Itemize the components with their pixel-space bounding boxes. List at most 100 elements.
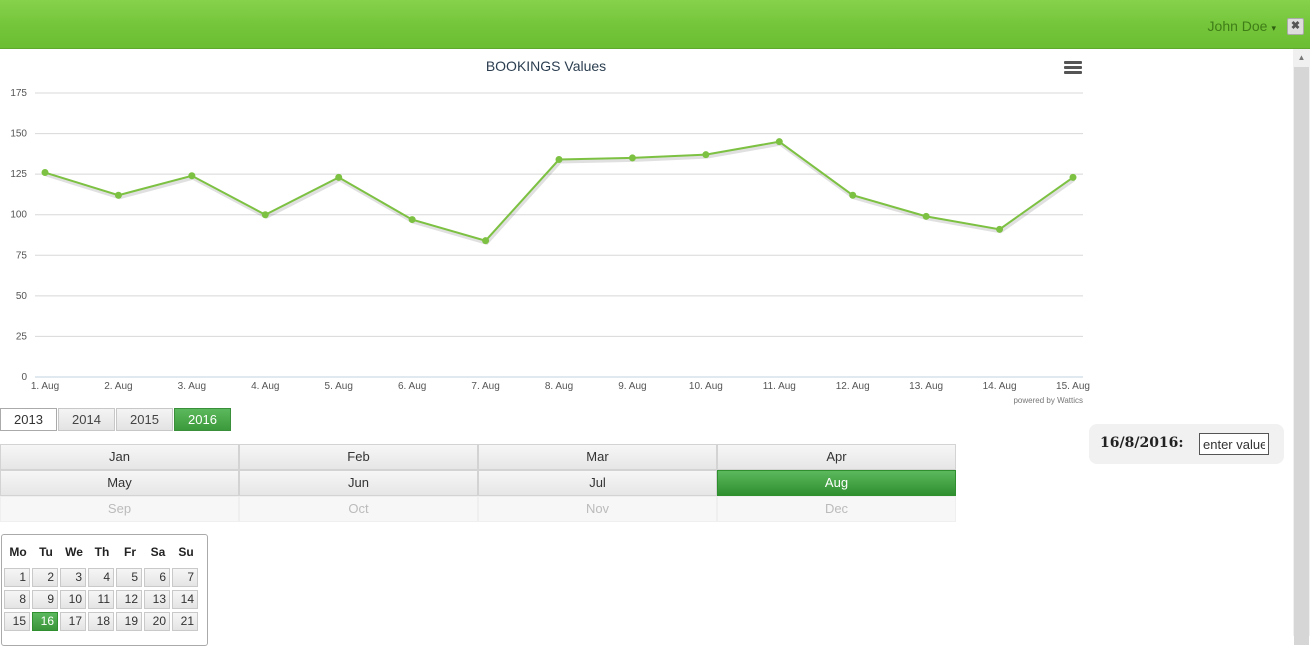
data-point[interactable] [922,212,930,220]
calendar-day[interactable]: 1 [4,568,30,587]
year-selector: 2013 2014 2015 2016 [0,408,232,431]
weekday-label: Tu [39,545,53,559]
month-button-feb[interactable]: Feb [239,444,478,470]
year-button-2014[interactable]: 2014 [58,408,115,431]
calendar-day[interactable]: 7 [172,568,198,587]
weekday-header: Mo Tu We Th Fr Sa Su [4,545,200,559]
data-point[interactable] [555,156,563,164]
data-point[interactable] [996,225,1004,233]
bookings-line-chart: BOOKINGS Values 0 25 50 75 100 125 150 175 1. A… [10,58,1090,405]
data-point[interactable] [114,191,122,199]
calendar-week-row: 15 16 17 18 19 20 21 [4,612,200,631]
weekday-label: Mo [9,545,27,559]
calendar-day[interactable]: 17 [60,612,86,631]
year-button-2015[interactable]: 2015 [116,408,173,431]
x-tick-label: 9. Aug [618,381,646,392]
value-input[interactable] [1199,433,1269,455]
x-tick-label: 3. Aug [178,381,206,392]
year-button-2013[interactable]: 2013 [0,408,57,431]
calendar-day[interactable]: 8 [4,590,30,609]
month-row: Sep Oct Nov Dec [0,496,956,522]
month-button-apr[interactable]: Apr [717,444,956,470]
calendar-day[interactable]: 21 [172,612,198,631]
calendar-day[interactable]: 18 [88,612,114,631]
chart-title: BOOKINGS Values [486,58,606,74]
calendar-week-row: 1234567 [4,568,200,587]
month-button-dec: Dec [717,496,956,522]
y-tick-label: 100 [10,210,27,221]
month-button-oct: Oct [239,496,478,522]
top-bar: John Doe ▾ ✖ [0,0,1310,49]
x-tick-label: 6. Aug [398,381,426,392]
y-tick-label: 175 [10,88,27,99]
month-button-may[interactable]: May [0,470,239,496]
close-icon[interactable]: ✖ [1287,18,1304,35]
calendar-day[interactable]: 20 [144,612,170,631]
scroll-up-arrow-icon[interactable]: ▲ [1293,49,1310,66]
calendar-day[interactable]: 3 [60,568,86,587]
calendar-day[interactable]: 2 [32,568,58,587]
data-point[interactable] [702,151,710,159]
calendar-day[interactable]: 6 [144,568,170,587]
data-point[interactable] [849,191,857,199]
month-row: May Jun Jul Aug [0,470,956,496]
month-button-aug[interactable]: Aug [717,470,956,496]
x-tick-label: 14. Aug [983,381,1017,392]
calendar-day[interactable]: 11 [88,590,114,609]
weekday-label: We [65,545,83,559]
data-point[interactable] [482,237,490,245]
month-selector: Jan Feb Mar Apr May Jun Jul Aug Sep Oct Nov Dec [0,444,956,522]
y-tick-label: 75 [16,250,28,261]
data-point[interactable] [1069,173,1077,181]
year-button-2016[interactable]: 2016 [174,408,231,431]
data-point[interactable] [628,154,636,162]
calendar-day[interactable]: 4 [88,568,114,587]
calendar-day[interactable]: 9 [32,590,58,609]
caret-down-icon: ▾ [1271,23,1276,33]
scroll-thumb[interactable] [1294,67,1309,645]
selected-date-label: 16/8/2016: [1100,435,1184,451]
month-button-jul[interactable]: Jul [478,470,717,496]
data-point[interactable] [41,169,49,177]
data-point[interactable] [408,216,416,224]
data-point[interactable] [261,211,269,219]
data-point[interactable] [188,172,196,180]
data-point[interactable] [335,173,343,181]
calendar-day[interactable]: 5 [116,568,142,587]
x-tick-label: 2. Aug [104,381,132,392]
calendar-day[interactable]: 16 [32,612,58,631]
calendar-day[interactable]: 12 [116,590,142,609]
calendar-day[interactable]: 19 [116,612,142,631]
user-menu[interactable]: John Doe ▾ [1208,18,1276,34]
weekday-label: Su [178,545,194,559]
x-tick-label: 8. Aug [545,381,573,392]
calendar-day[interactable]: 14 [172,590,198,609]
month-button-jun[interactable]: Jun [239,470,478,496]
calendar-day[interactable]: 10 [60,590,86,609]
y-tick-label: 125 [10,169,27,180]
x-tick-label: 7. Aug [471,381,499,392]
x-tick-label: 12. Aug [836,381,870,392]
day-calendar: Mo Tu We Th Fr Sa Su 1 2 3 4 5 6 7 8 9 10 11 12 13 14 15 16 17… [1,534,208,646]
calendar-week-row: 8 9 10 11 12 13 14 [4,590,200,609]
calendar-day[interactable]: 13 [144,590,170,609]
x-tick-label: 4. Aug [251,381,279,392]
vertical-scrollbar[interactable]: ▲ [1293,49,1310,645]
chart-menu-icon[interactable] [1064,61,1082,75]
chart-credit[interactable]: powered by Wattics [1013,396,1083,405]
x-tick-label: 5. Aug [325,381,353,392]
weekday-label: Th [94,545,110,559]
month-button-jan[interactable]: Jan [0,444,239,470]
x-tick-label: 11. Aug [763,381,796,392]
x-tick-label: 13. Aug [909,381,943,392]
x-tick-label: 1. Aug [31,381,59,392]
y-tick-label: 150 [10,129,27,140]
y-tick-label: 0 [21,372,27,383]
x-tick-label: 15. Aug [1056,381,1090,392]
data-point[interactable] [775,138,783,146]
y-tick-label: 25 [16,331,28,342]
month-button-nov: Nov [478,496,717,522]
x-tick-label: 10. Aug [689,381,723,392]
calendar-day[interactable]: 15 [4,612,30,631]
month-button-mar[interactable]: Mar [478,444,717,470]
